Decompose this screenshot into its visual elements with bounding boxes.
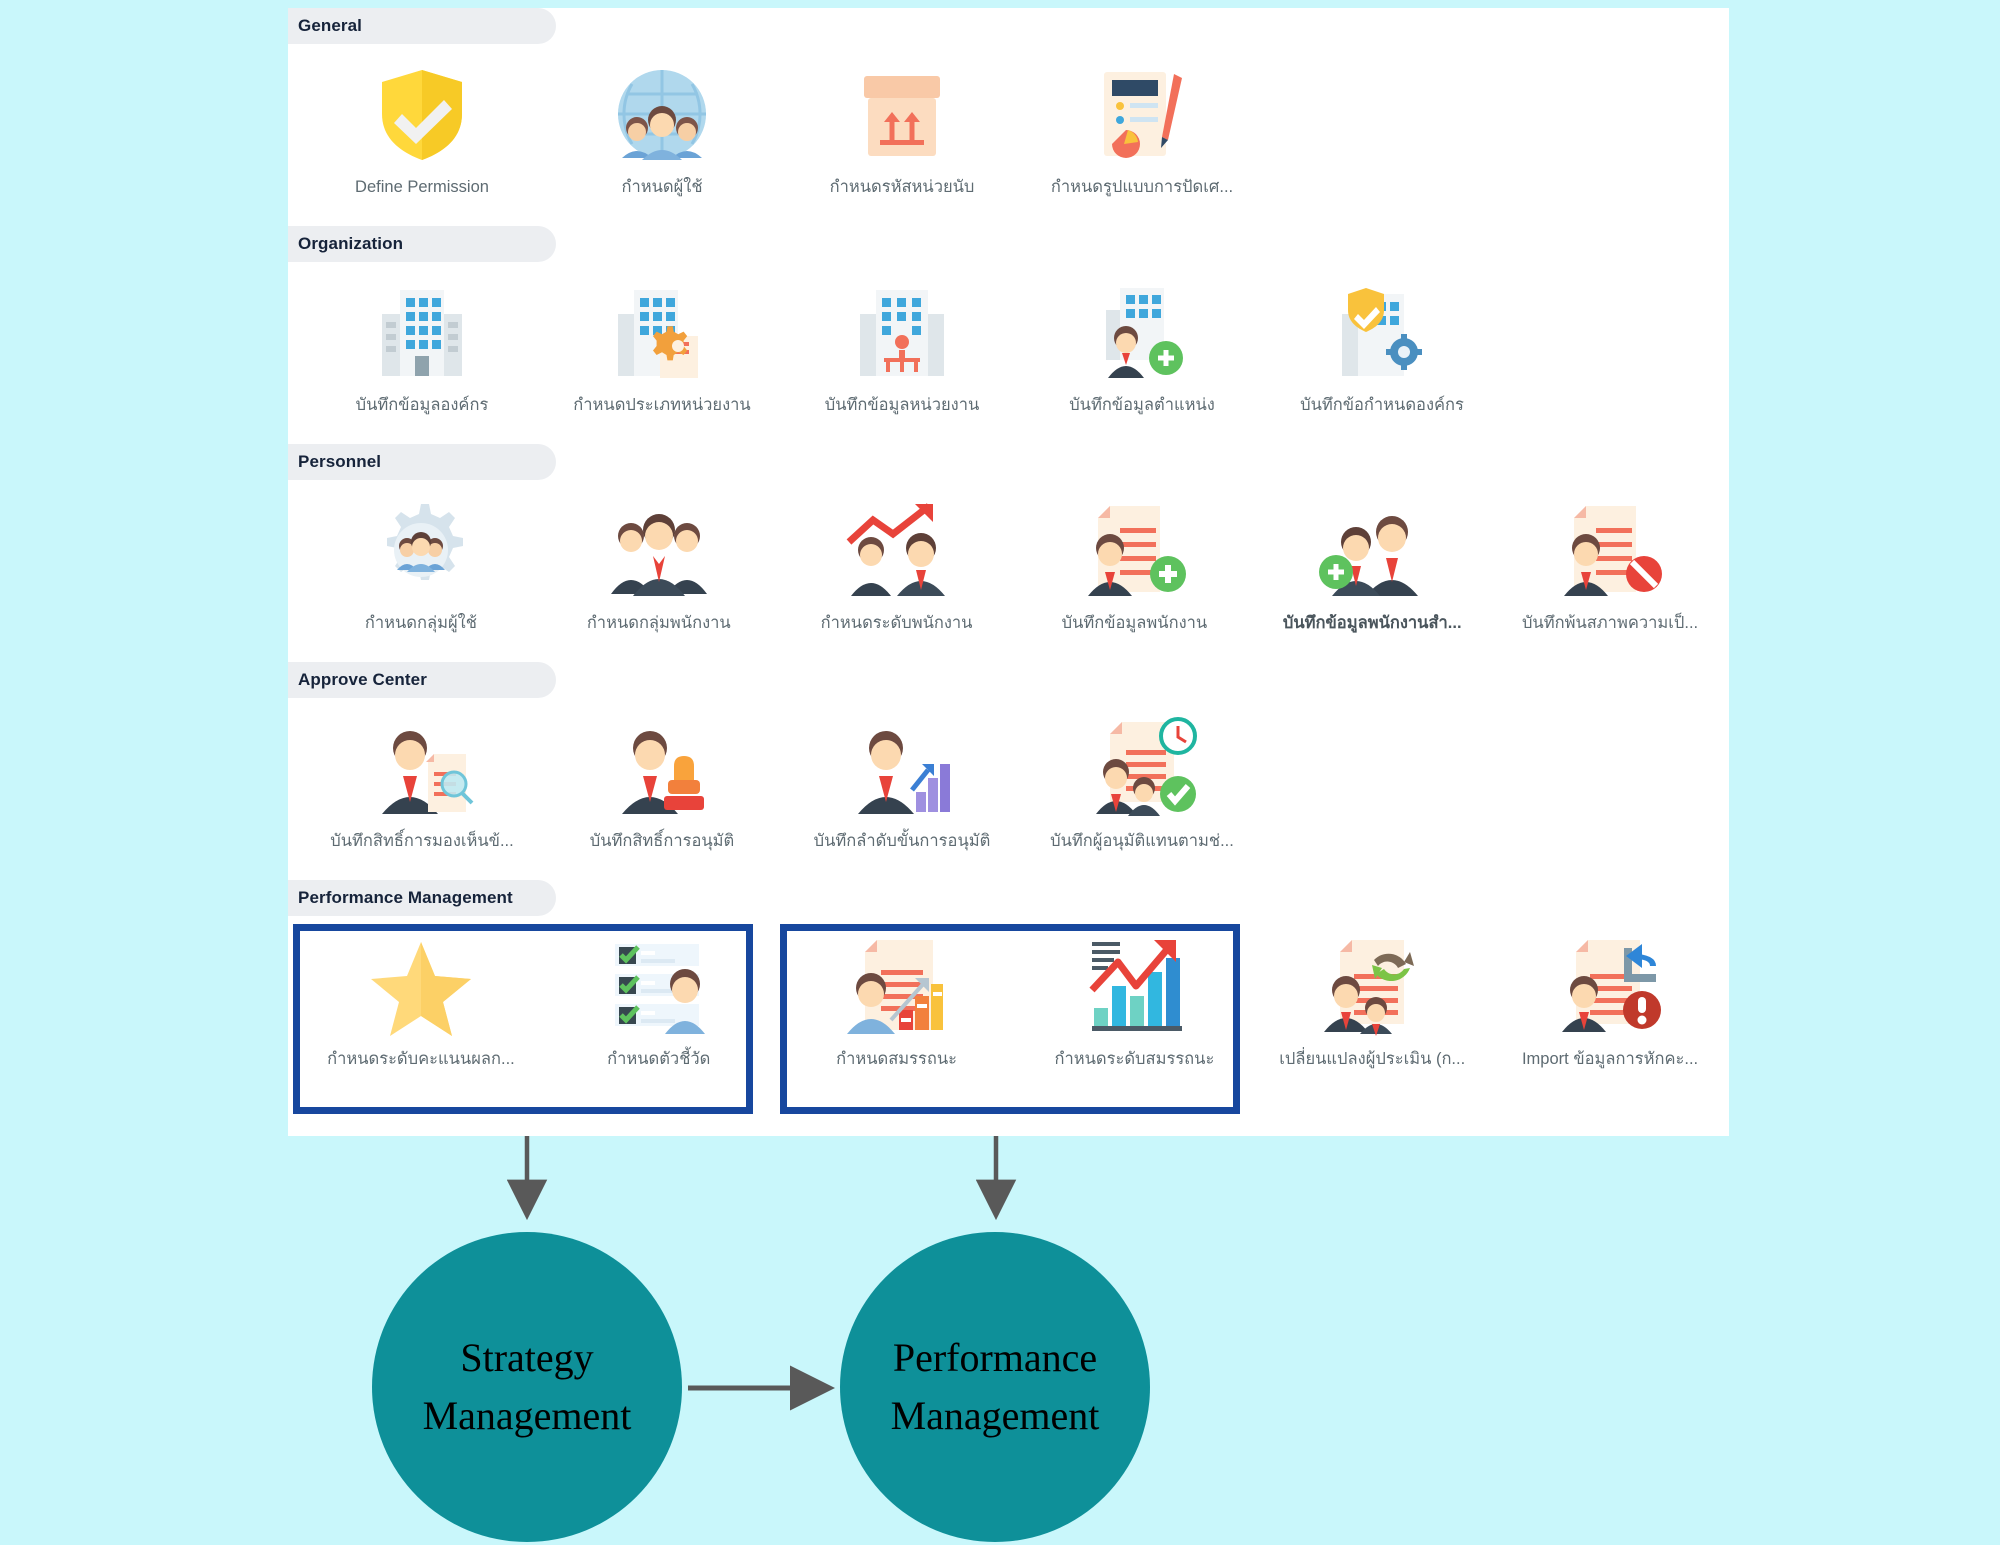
menu-item-label: กำหนดผู้ใช้ (621, 178, 703, 196)
menu-item-define-employee-group[interactable]: กำหนดกลุ่มพนักงาน (540, 480, 778, 662)
menu-item-label: บันทึกพ้นสภาพความเป็... (1521, 614, 1699, 632)
section-title: Approve Center (298, 670, 427, 689)
menu-item-record-substitute-approver[interactable]: บันทึกผู้อนุมัติแทนตามช่... (1022, 698, 1262, 880)
menu-item-label: Import ข้อมูลการหักคะ... (1521, 1050, 1699, 1068)
employee-document-plus-icon (1074, 498, 1194, 602)
menu-item-define-rounding-format[interactable]: กำหนดรูปแบบการปัดเศ... (1022, 44, 1262, 226)
section-row-organization: บันทึกข้อมูลองค์กร กำหนดประเภทหน่วยงาน บ… (288, 262, 1729, 444)
menu-item-record-approve-permission[interactable]: บันทึกสิทธิ์การอนุมัติ (542, 698, 782, 880)
section-title: Organization (298, 234, 404, 253)
section-row-personnel: กำหนดกลุ่มผู้ใช้ กำหนดกลุ่มพนักงาน กำหนด… (288, 480, 1729, 662)
section-row-general: Define Permission กำหนดผู้ใช้ กำหนดรหัสห… (288, 44, 1729, 226)
menu-item-label: บันทึกข้อมูลพนักงาน (1061, 614, 1208, 632)
three-employees-icon (599, 498, 719, 602)
menu-item-record-view-permission[interactable]: บันทึกสิทธิ์การมองเห็นข้... (302, 698, 542, 880)
menu-item-label: กำหนดระดับสมรรถนะ (1054, 1050, 1215, 1068)
bubble-line-2: Management (422, 1393, 632, 1438)
shield-check-icon (362, 62, 482, 166)
menu-item-label: บันทึกสิทธิ์การมองเห็นข้... (330, 832, 514, 850)
employee-stamp-icon (602, 716, 722, 820)
building-gear-doc-icon (602, 280, 722, 384)
building-shield-gear-icon (1322, 280, 1442, 384)
menu-item-define-score-level[interactable]: กำหนดระดับคะแนนผลก... (302, 916, 540, 1116)
bubble-performance-management: Performance Management (840, 1232, 1150, 1542)
bar-chart-growth-arrow-icon (1074, 934, 1194, 1038)
menu-item-label: กำหนดสมรรถนะ (836, 1050, 958, 1068)
menu-item-label: กำหนดประเภทหน่วยงาน (573, 396, 751, 414)
menu-item-record-employee-data-branch[interactable]: บันทึกข้อมูลพนักงานสำ... (1253, 480, 1491, 662)
menu-panel: General Define Permission กำหนดผู้ใช้ กำ… (288, 8, 1729, 1136)
section-header-performance-management: Performance Management (288, 880, 556, 916)
section-row-approve-center: บันทึกสิทธิ์การมองเห็นข้... บันทึกสิทธิ์… (288, 698, 1729, 880)
menu-item-define-employee-level[interactable]: กำหนดระดับพนักงาน (778, 480, 1016, 662)
menu-item-record-approval-sequence[interactable]: บันทึกลำดับขั้นการอนุมัติ (782, 698, 1022, 880)
menu-item-label: บันทึกข้อมูลหน่วยงาน (824, 396, 980, 414)
checklist-person-icon (599, 934, 719, 1038)
menu-item-record-employment-termination[interactable]: บันทึกพ้นสภาพความเป็... (1491, 480, 1729, 662)
menu-item-label: บันทึกผู้อนุมัติแทนตามช่... (1050, 832, 1234, 850)
menu-item-record-org-data[interactable]: บันทึกข้อมูลองค์กร (302, 262, 542, 444)
section-header-organization: Organization (288, 226, 556, 262)
bubble-strategy-management: Strategy Management (372, 1232, 682, 1542)
menu-item-label: Define Permission (355, 178, 489, 196)
bubble-line-1: Strategy (460, 1335, 594, 1380)
section-header-general: General (288, 8, 556, 44)
section-title: General (298, 16, 363, 35)
menu-item-label: เปลี่ยนแปลงผู้ประเมิน (ก... (1279, 1050, 1466, 1068)
bubble-line-1: Performance (892, 1335, 1098, 1380)
menu-item-record-employee-data[interactable]: บันทึกข้อมูลพนักงาน (1015, 480, 1253, 662)
employee-document-search-icon (362, 716, 482, 820)
menu-item-label: กำหนดกลุ่มพนักงาน (586, 614, 731, 632)
menu-item-label: บันทึกข้อมูลพนักงานสำ... (1282, 614, 1462, 632)
menu-item-label: บันทึกลำดับขั้นการอนุมัติ (813, 832, 991, 850)
menu-item-label: บันทึกข้อมูลตำแหน่ง (1069, 396, 1215, 414)
document-pen-chart-icon (1082, 62, 1202, 166)
menu-item-record-unit-data[interactable]: บันทึกข้อมูลหน่วยงาน (782, 262, 1022, 444)
menu-item-define-kpi[interactable]: กำหนดตัวชี้วัด (540, 916, 778, 1116)
section-header-personnel: Personnel (288, 444, 556, 480)
section-title: Personnel (298, 452, 382, 471)
menu-item-label: กำหนดรูปแบบการปัดเศ... (1050, 178, 1234, 196)
menu-item-label: กำหนดตัวชี้วัด (607, 1050, 711, 1068)
menu-item-define-unit-type[interactable]: กำหนดประเภทหน่วยงาน (542, 262, 782, 444)
gear-users-icon (361, 498, 481, 602)
employee-bar-growth-icon (842, 716, 962, 820)
building-icon (362, 280, 482, 384)
menu-item-define-permission[interactable]: Define Permission (302, 44, 542, 226)
star-icon (361, 934, 481, 1038)
menu-item-label: บันทึกสิทธิ์การอนุมัติ (589, 832, 735, 850)
menu-item-import-deduction-data[interactable]: Import ข้อมูลการหักคะ... (1491, 916, 1729, 1116)
employees-growth-arrow-icon (837, 498, 957, 602)
box-arrows-up-icon (842, 62, 962, 166)
menu-item-record-org-requirements[interactable]: บันทึกข้อกำหนดองค์กร (1262, 262, 1502, 444)
section-title: Performance Management (298, 888, 513, 907)
section-header-approve-center: Approve Center (288, 662, 556, 698)
menu-item-define-competency[interactable]: กำหนดสมรรถนะ (778, 916, 1016, 1116)
two-employees-plus-icon (1312, 498, 1432, 602)
building-person-plus-icon (1082, 280, 1202, 384)
menu-item-record-position-data[interactable]: บันทึกข้อมูลตำแหน่ง (1022, 262, 1262, 444)
employee-document-clock-check-icon (1082, 716, 1202, 820)
employee-document-block-icon (1550, 498, 1670, 602)
menu-item-define-competency-level[interactable]: กำหนดระดับสมรรถนะ (1015, 916, 1253, 1116)
bubble-line-2: Management (890, 1393, 1100, 1438)
menu-item-define-user-group[interactable]: กำหนดกลุ่มผู้ใช้ (302, 480, 540, 662)
menu-item-label: กำหนดกลุ่มผู้ใช้ (364, 614, 477, 632)
menu-item-change-evaluator[interactable]: เปลี่ยนแปลงผู้ประเมิน (ก... (1253, 916, 1491, 1116)
menu-item-define-unit-code[interactable]: กำหนดรหัสหน่วยนับ (782, 44, 1022, 226)
menu-item-label: บันทึกข้อกำหนดองค์กร (1300, 396, 1464, 414)
employee-document-import-alert-icon (1550, 934, 1670, 1038)
employee-document-barchart-icon (837, 934, 957, 1038)
menu-item-label: บันทึกข้อมูลองค์กร (355, 396, 489, 414)
section-row-performance-management: กำหนดระดับคะแนนผลก... กำหนดตัวชี้วัด กำห… (288, 916, 1729, 1116)
employees-document-refresh-icon (1312, 934, 1432, 1038)
menu-item-label: กำหนดระดับพนักงาน (820, 614, 973, 632)
menu-item-define-user[interactable]: กำหนดผู้ใช้ (542, 44, 782, 226)
menu-item-label: กำหนดรหัสหน่วยนับ (829, 178, 975, 196)
building-orgchart-icon (842, 280, 962, 384)
globe-users-icon (602, 62, 722, 166)
menu-item-label: กำหนดระดับคะแนนผลก... (327, 1050, 515, 1068)
